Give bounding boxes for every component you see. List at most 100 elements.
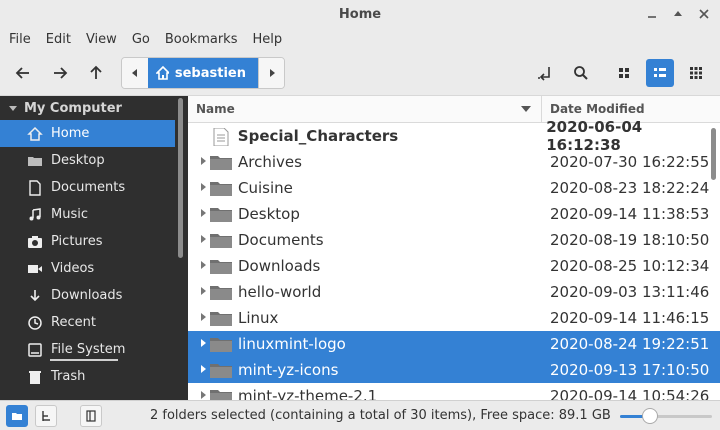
sidebar-item-music[interactable]: Music [0,201,188,228]
arrow-left-icon [15,67,29,79]
search-button[interactable] [567,59,595,87]
minimize-icon[interactable] [644,6,660,22]
file-name: Special_Characters [237,127,399,145]
expander-icon[interactable] [188,260,210,272]
column-name-header[interactable]: Name [188,96,542,122]
expander-icon[interactable] [188,390,210,401]
back-button[interactable] [9,59,37,87]
sidebar-item-label: Trash [51,369,86,384]
icon-view-button[interactable] [610,59,638,87]
forward-button[interactable] [46,59,74,87]
file-date: 2020-09-13 17:10:50 [550,361,710,379]
sidebar-section-header[interactable]: My Computer [0,96,188,120]
sidebar-item-downloads[interactable]: Downloads [0,282,188,309]
menu-view[interactable]: View [85,32,125,47]
search-icon [574,66,588,80]
expander-icon[interactable] [188,234,210,246]
folder-icon [27,153,43,169]
file-system-usage-bar [50,359,118,361]
arrow-right-icon [54,67,68,79]
zoom-slider-knob[interactable] [642,408,659,424]
file-row[interactable]: Cuisine 2020-08-23 18:22:24 [188,175,720,201]
up-button[interactable] [82,59,110,87]
expander-icon[interactable] [188,208,210,220]
menu-edit[interactable]: Edit [45,32,79,47]
column-name-label: Name [196,102,235,116]
path-left-button[interactable] [122,58,148,88]
menu-bar: File Edit View Go Bookmarks Help [0,28,720,50]
folder-icon [210,154,232,170]
compact-view-button[interactable] [682,59,710,87]
folder-icon [210,206,232,222]
camera-icon [27,234,43,250]
sidebar-item-trash[interactable]: Trash [0,363,188,390]
close-icon[interactable] [696,6,712,22]
download-icon [27,288,43,304]
sidebar-item-home[interactable]: Home [0,120,175,147]
sidebar-item-label: Documents [51,180,126,195]
sidebar-scrollbar[interactable] [178,98,183,258]
folder-icon [210,388,232,400]
menu-go[interactable]: Go [131,32,158,47]
menu-file[interactable]: File [8,32,39,47]
list-view-button[interactable] [646,59,674,87]
path-crumb-home[interactable]: sebastien [148,58,258,88]
folder-icon [210,310,232,326]
expander-icon[interactable] [188,182,210,194]
file-row[interactable]: Special_Characters 2020-06-04 16:12:38 [188,118,720,154]
sidebar-item-label: Music [51,207,88,222]
expander-icon[interactable] [188,312,210,324]
file-name: Downloads [238,257,321,275]
file-row[interactable]: Documents 2020-08-19 18:10:50 [188,227,720,253]
sidebar-item-documents[interactable]: Documents [0,174,188,201]
file-name: Desktop [238,205,300,223]
zoom-slider[interactable] [620,408,712,424]
show-tree-button[interactable] [35,405,57,427]
window-title: Home [338,6,382,22]
hide-sidebar-button[interactable] [80,405,102,427]
sidebar-item-desktop[interactable]: Desktop [0,147,188,174]
show-places-button[interactable] [6,405,28,427]
open-terminal-button[interactable] [531,59,559,87]
file-row[interactable]: linuxmint-logo 2020-08-24 19:22:51 [188,331,720,357]
file-name: Linux [238,309,279,327]
folder-icon [210,180,232,196]
expander-icon[interactable] [188,156,210,168]
expander-icon[interactable] [188,286,210,298]
maximize-icon[interactable] [670,6,686,22]
folder-icon [210,362,232,378]
expander-icon[interactable] [188,338,210,350]
file-row[interactable]: mint-yz-icons 2020-09-13 17:10:50 [188,357,720,383]
arrow-up-icon [90,65,102,79]
file-row[interactable]: Desktop 2020-09-14 11:38:53 [188,201,720,227]
music-icon [27,207,43,223]
path-bar: sebastien [121,57,285,89]
menu-bookmarks[interactable]: Bookmarks [164,32,246,47]
status-text: 2 folders selected (containing a total o… [150,408,611,423]
file-date: 2020-08-24 19:22:51 [550,335,710,353]
sidebar-item-label: Home [51,126,90,141]
sidebar-item-label: Recent [51,315,96,330]
sidebar: My Computer Home Desktop Documents Music Pic… [0,96,188,400]
expander-icon[interactable] [188,364,210,376]
clock-icon [27,315,43,331]
sidebar-item-recent[interactable]: Recent [0,309,188,336]
sidebar-item-pictures[interactable]: Pictures [0,228,188,255]
file-row[interactable]: hello-world 2020-09-03 13:11:46 [188,279,720,305]
file-date: 2020-09-14 11:46:15 [550,309,710,327]
triangle-right-icon [269,69,275,77]
column-date-label: Date Modified [550,102,645,116]
file-date: 2020-08-19 18:10:50 [550,231,710,249]
file-name: Cuisine [238,179,293,197]
path-right-button[interactable] [258,58,284,88]
menu-help[interactable]: Help [251,32,290,47]
file-row[interactable]: Archives 2020-07-30 16:22:55 [188,149,720,175]
file-list-scrollbar[interactable] [711,128,716,180]
text-file-icon [210,127,232,147]
file-row[interactable]: mint-yz-theme-2.1 2020-09-14 10:54:26 [188,383,720,400]
location-entry-icon [538,67,550,81]
file-row[interactable]: Downloads 2020-08-25 10:12:34 [188,253,720,279]
sidebar-item-videos[interactable]: Videos [0,255,188,282]
file-row[interactable]: Linux 2020-09-14 11:46:15 [188,305,720,331]
sidebar-item-label: File System [51,342,126,357]
